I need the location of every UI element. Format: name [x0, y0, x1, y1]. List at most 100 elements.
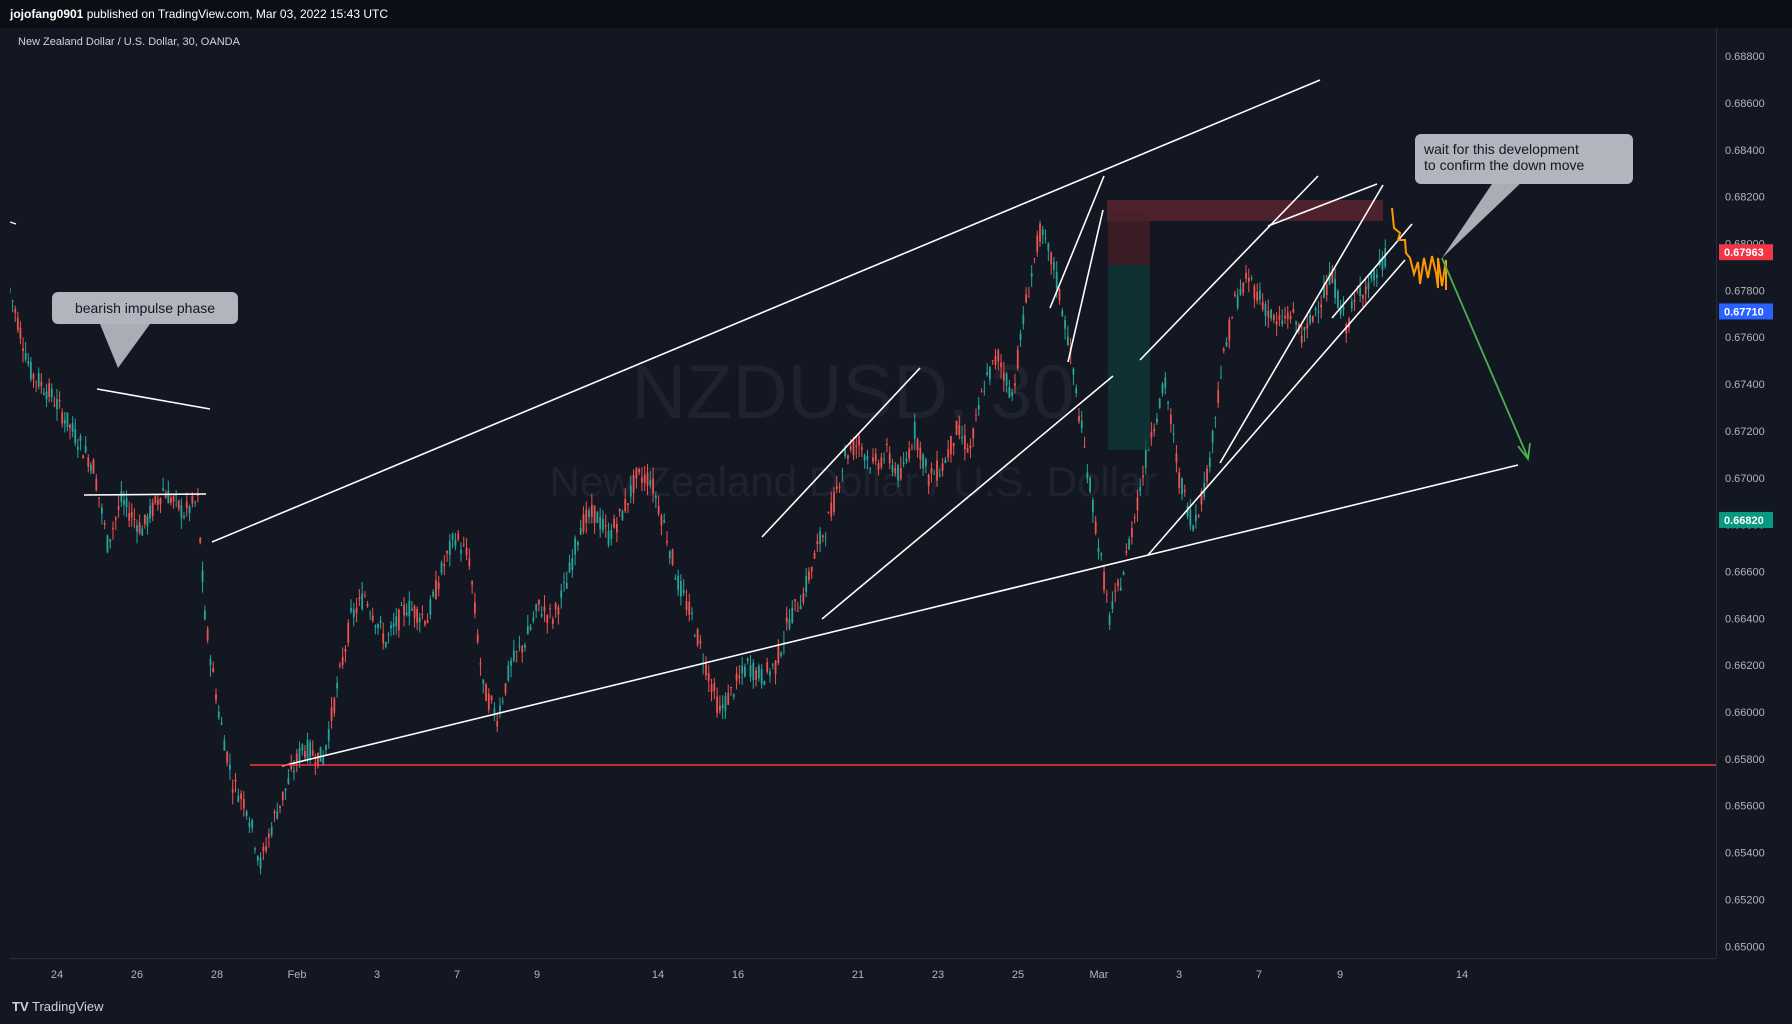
candle-body [674, 578, 677, 580]
candle-body [627, 503, 629, 506]
candle-body [382, 633, 385, 644]
candle-body [1117, 580, 1119, 587]
candle-body [1289, 315, 1292, 320]
candle-body [1242, 282, 1245, 293]
price-axis[interactable]: 0.688000.686000.684000.682000.680000.678… [1716, 28, 1792, 958]
time-axis[interactable]: 24 26 28 Feb 3 7 9 14 16 21 23 25 Mar 3 7 9 14 [10, 958, 1716, 989]
candle-body [585, 509, 588, 523]
candle-body [1172, 433, 1175, 435]
candle-body [858, 436, 860, 446]
candle-body [19, 327, 22, 339]
candle-body [1139, 486, 1142, 492]
candle-body [333, 698, 336, 713]
candle-body [79, 436, 82, 441]
time-tick-3: Feb [288, 969, 307, 981]
candle-body [395, 616, 398, 627]
candle-body [888, 453, 891, 464]
price-tick-2: 0.68400 [1725, 145, 1765, 157]
chart-area[interactable]: NZDUSD, 30 New Zealand Dollar / U.S. Dol… [10, 28, 1716, 958]
candle-body [1119, 587, 1122, 591]
price-tick-3: 0.68200 [1725, 192, 1765, 204]
symbol-title[interactable]: New Zealand Dollar / U.S. Dollar, 30, OA… [18, 36, 240, 48]
candle-body [403, 604, 405, 616]
candle-body [950, 435, 952, 455]
candle-body [355, 607, 358, 614]
candle-body [813, 552, 816, 559]
candle-body [721, 704, 724, 709]
candle-body [869, 468, 872, 470]
candle-body [254, 848, 256, 850]
candle-body [327, 729, 330, 741]
candle-body [1375, 274, 1378, 278]
candle-body [707, 672, 710, 682]
candle-body [1231, 318, 1234, 319]
candle-body [844, 449, 847, 457]
candle-body [1220, 377, 1222, 378]
candle-body [1334, 279, 1337, 298]
candle-body [526, 626, 529, 635]
candle-body [755, 670, 757, 680]
candle-body [143, 514, 146, 525]
candle-body [693, 635, 696, 637]
candle-body [35, 381, 37, 383]
candle-body [1311, 315, 1314, 322]
candle-body [1367, 282, 1370, 290]
candle-body [1317, 311, 1320, 313]
candle-body [251, 819, 254, 829]
candle-body [671, 549, 674, 565]
candle-body [991, 360, 994, 362]
author-name[interactable]: jojofang0901 [10, 7, 83, 21]
candle-body [106, 535, 109, 553]
candle-body [816, 540, 819, 545]
candle-body [969, 445, 972, 449]
candle-body [980, 391, 983, 393]
candle-body [1373, 270, 1375, 281]
candle-body [437, 582, 440, 589]
callout-pointer-2 [1442, 178, 1526, 258]
candle-body [666, 541, 668, 544]
candle-body [841, 470, 844, 472]
candle-body [311, 750, 314, 756]
candle-body [563, 582, 565, 583]
candle-body [322, 757, 325, 765]
candle-body [1167, 402, 1169, 404]
candle-body [336, 683, 339, 689]
candle-body [963, 435, 966, 450]
candle-body [1314, 308, 1317, 311]
candle-body [306, 740, 309, 761]
candle-body [908, 448, 911, 459]
price-chart[interactable]: NZDUSD, 30 New Zealand Dollar / U.S. Dol… [10, 28, 1716, 958]
tradingview-logo[interactable]: TV TradingView [12, 999, 104, 1014]
candle-body [986, 372, 989, 376]
time-tick-15: 9 [1337, 969, 1343, 981]
price-label-2: 0.66820 [1724, 515, 1764, 527]
candle-body [56, 398, 58, 410]
price-label-0: 0.67963 [1724, 247, 1764, 259]
candle-body [1208, 458, 1211, 468]
candle-body [128, 513, 131, 521]
candle-body [615, 523, 618, 533]
candle-body [766, 662, 769, 672]
candle-body [794, 599, 796, 602]
candle-body [966, 448, 969, 453]
candle-body [32, 374, 35, 379]
candle-body [188, 506, 191, 513]
candle-body [819, 531, 821, 544]
candle-body [1030, 273, 1033, 277]
position-risk-zone [1108, 212, 1150, 265]
candle-body [162, 488, 165, 491]
candle-body [1164, 377, 1167, 388]
candle-body [1027, 296, 1030, 298]
candle-body [994, 356, 997, 365]
candle-body [913, 422, 916, 439]
candle-body [1130, 528, 1133, 538]
candle-body [1325, 284, 1328, 296]
candle-body [352, 609, 355, 617]
candle-body [92, 459, 95, 474]
time-tick-14: 7 [1256, 969, 1262, 981]
candle-body [203, 610, 206, 620]
candle-body [860, 447, 863, 450]
candle-body [902, 462, 905, 465]
candle-body [58, 399, 61, 402]
price-tick-6: 0.67600 [1725, 332, 1765, 344]
